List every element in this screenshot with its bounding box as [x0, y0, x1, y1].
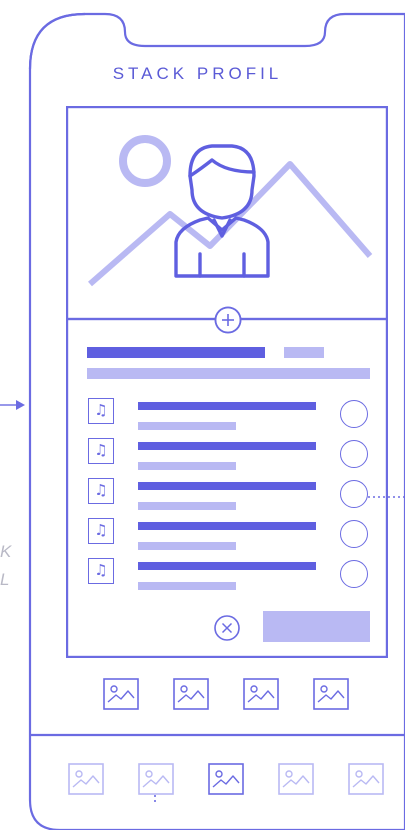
profile-bio-bar: [87, 368, 370, 379]
music-note-icon[interactable]: ♫: [88, 558, 114, 584]
track-subtitle-bar: [138, 582, 236, 590]
track-title-bar: [138, 442, 316, 450]
image-icon[interactable]: [243, 678, 279, 710]
music-note-glyph: ♫: [94, 521, 108, 539]
music-note-glyph: ♫: [94, 561, 108, 579]
page-title: STACK PROFIL: [112, 64, 283, 83]
profile-meta-bar: [284, 347, 324, 358]
track-select-radio[interactable]: [340, 520, 368, 548]
track-title-bar: [138, 482, 316, 490]
side-label-line2: L: [0, 570, 10, 589]
tab-image-icon[interactable]: [208, 763, 244, 795]
plus-circle-icon: [214, 306, 242, 334]
track-select-radio[interactable]: [340, 560, 368, 588]
track-subtitle-bar: [138, 542, 236, 550]
side-label-line1: K: [0, 542, 12, 561]
music-note-glyph: ♫: [94, 401, 108, 419]
track-select-radio[interactable]: [340, 480, 368, 508]
track-select-radio[interactable]: [340, 440, 368, 468]
music-note-glyph: ♫: [94, 481, 108, 499]
music-note-icon[interactable]: ♫: [88, 398, 114, 424]
track-subtitle-bar: [138, 502, 236, 510]
tab-image-icon[interactable]: [138, 763, 174, 795]
profile-name-bar: [87, 347, 265, 358]
close-button[interactable]: [213, 614, 241, 642]
image-icon[interactable]: [313, 678, 349, 710]
music-note-glyph: ♫: [94, 441, 108, 459]
music-note-icon[interactable]: ♫: [88, 518, 114, 544]
track-title-bar: [138, 562, 316, 570]
music-note-icon[interactable]: ♫: [88, 438, 114, 464]
tab-image-icon[interactable]: [348, 763, 384, 795]
music-note-icon[interactable]: ♫: [88, 478, 114, 504]
track-title-bar: [138, 522, 316, 530]
profile-image-panel[interactable]: [66, 106, 388, 320]
track-select-radio[interactable]: [340, 400, 368, 428]
image-icon[interactable]: [103, 678, 139, 710]
confirm-button[interactable]: [263, 611, 370, 642]
tab-image-icon[interactable]: [278, 763, 314, 795]
track-subtitle-bar: [138, 462, 236, 470]
image-icon[interactable]: [173, 678, 209, 710]
track-title-bar: [138, 402, 316, 410]
track-subtitle-bar: [138, 422, 236, 430]
tab-image-icon[interactable]: [68, 763, 104, 795]
